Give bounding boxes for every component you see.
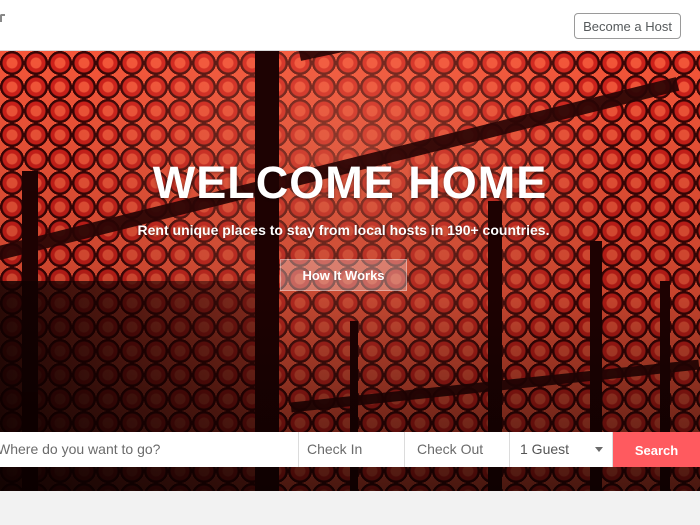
top-navbar: Become a Host — [0, 0, 700, 51]
hero-subtitle: Rent unique places to stay from local ho… — [137, 222, 550, 238]
become-host-button[interactable]: Become a Host — [574, 13, 681, 39]
hero-banner: WELCOME HOME Rent unique places to stay … — [0, 51, 700, 491]
search-button[interactable]: Search — [613, 432, 700, 467]
check-in-field[interactable]: Check In — [299, 432, 405, 467]
check-out-placeholder: Check Out — [417, 441, 484, 457]
page-footer-band — [0, 491, 700, 525]
how-it-works-button[interactable]: How It Works — [280, 259, 407, 291]
destination-placeholder: Where do you want to go? — [0, 441, 161, 457]
destination-input[interactable]: Where do you want to go? — [0, 432, 299, 467]
search-bar: Where do you want to go? Check In Check … — [0, 432, 700, 467]
hero-title: WELCOME HOME — [152, 157, 548, 208]
check-in-placeholder: Check In — [307, 441, 363, 457]
guests-value: 1 Guest — [520, 441, 570, 457]
check-out-field[interactable]: Check Out — [405, 432, 510, 467]
guests-select[interactable]: 1 Guest — [510, 432, 613, 467]
logo-icon[interactable] — [0, 14, 5, 22]
chevron-down-icon — [595, 447, 603, 452]
